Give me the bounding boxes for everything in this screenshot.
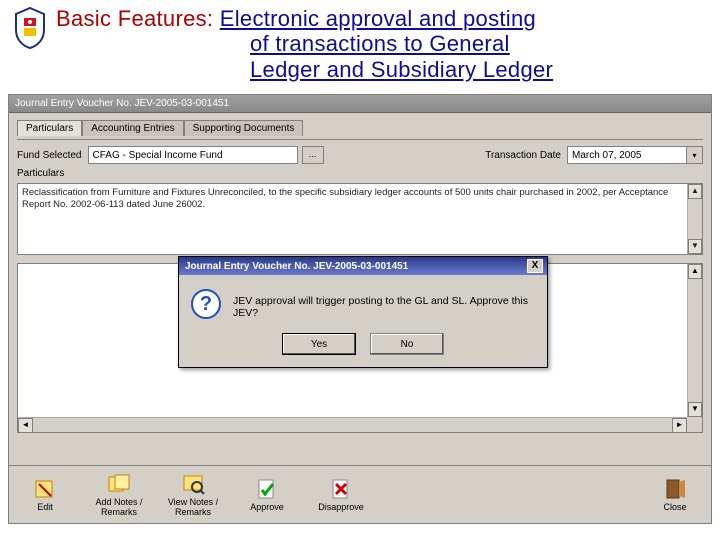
tab-strip: Particulars Accounting Entries Supportin… [17, 119, 703, 135]
tab-particulars[interactable]: Particulars [17, 120, 82, 136]
add-notes-label: Add Notes / Remarks [91, 498, 147, 518]
view-notes-icon [180, 472, 206, 496]
fund-browse-button[interactable]: ... [302, 146, 324, 164]
particulars-text: Reclassification from Furniture and Fixt… [22, 187, 668, 210]
scroll-left-icon[interactable]: ◄ [18, 418, 33, 433]
dialog-no-button[interactable]: No [370, 333, 444, 355]
dialog-close-button[interactable]: X [527, 259, 543, 273]
dialog-yes-button[interactable]: Yes [282, 333, 356, 355]
slide-title-line2: of transactions to General [250, 31, 510, 56]
toolbar: Edit Add Notes / Remarks View Notes / Re… [9, 465, 711, 523]
tab-underline [17, 139, 703, 140]
slide-title-prefix: Basic Features: [56, 6, 220, 31]
fund-selected-input[interactable]: CFAG - Special Income Fund [88, 146, 298, 164]
tab-accounting-entries[interactable]: Accounting Entries [82, 120, 183, 136]
scroll-up-icon[interactable]: ▲ [688, 264, 702, 279]
transaction-date-label: Transaction Date [485, 150, 561, 161]
close-label: Close [663, 503, 686, 513]
approve-icon [254, 477, 280, 501]
slide-title-line3: Ledger and Subsidiary Ledger [250, 57, 553, 82]
add-notes-icon [106, 472, 132, 496]
grid-scrollbar-h[interactable]: ◄ ► [18, 417, 687, 432]
slide-header: Basic Features: Electronic approval and … [0, 0, 720, 86]
disapprove-label: Disapprove [318, 503, 364, 513]
edit-label: Edit [37, 503, 53, 513]
dialog-message: JEV approval will trigger posting to the… [233, 289, 535, 319]
scroll-corner [687, 417, 702, 432]
close-button[interactable]: Close [647, 477, 703, 513]
dialog-titlebar: Journal Entry Voucher No. JEV-2005-03-00… [179, 257, 547, 275]
chevron-down-icon: ▾ [692, 151, 696, 160]
slide-title: Basic Features: Electronic approval and … [56, 6, 553, 82]
tab-supporting-documents[interactable]: Supporting Documents [184, 120, 304, 136]
disapprove-icon [328, 477, 354, 501]
scroll-right-icon[interactable]: ► [672, 418, 687, 433]
scroll-down-icon[interactable]: ▼ [688, 402, 702, 417]
disapprove-button[interactable]: Disapprove [313, 477, 369, 513]
transaction-date-dropdown[interactable]: ▾ [687, 146, 703, 164]
view-notes-label: View Notes / Remarks [165, 498, 221, 518]
question-icon: ? [191, 289, 221, 319]
particulars-textarea[interactable]: Reclassification from Furniture and Fixt… [17, 183, 703, 255]
slide-title-line1: Electronic approval and posting [220, 6, 536, 31]
edit-button[interactable]: Edit [17, 477, 73, 513]
add-notes-button[interactable]: Add Notes / Remarks [91, 472, 147, 518]
transaction-date-input[interactable]: March 07, 2005 [567, 146, 687, 164]
app-titlebar: Journal Entry Voucher No. JEV-2005-03-00… [9, 95, 711, 113]
scroll-up-icon[interactable]: ▲ [688, 184, 702, 199]
approve-label: Approve [250, 503, 284, 513]
view-notes-button[interactable]: View Notes / Remarks [165, 472, 221, 518]
edit-icon [32, 477, 58, 501]
approve-dialog: Journal Entry Voucher No. JEV-2005-03-00… [178, 256, 548, 368]
grid-scrollbar-v[interactable]: ▲ ▼ [687, 264, 702, 417]
particulars-label: Particulars [17, 168, 64, 179]
university-seal-icon [12, 6, 48, 50]
scroll-down-icon[interactable]: ▼ [688, 239, 702, 254]
dialog-title: Journal Entry Voucher No. JEV-2005-03-00… [185, 261, 408, 272]
particulars-scrollbar[interactable]: ▲ ▼ [687, 184, 702, 254]
approve-button[interactable]: Approve [239, 477, 295, 513]
close-door-icon [662, 477, 688, 501]
fund-selected-label: Fund Selected [17, 150, 82, 161]
